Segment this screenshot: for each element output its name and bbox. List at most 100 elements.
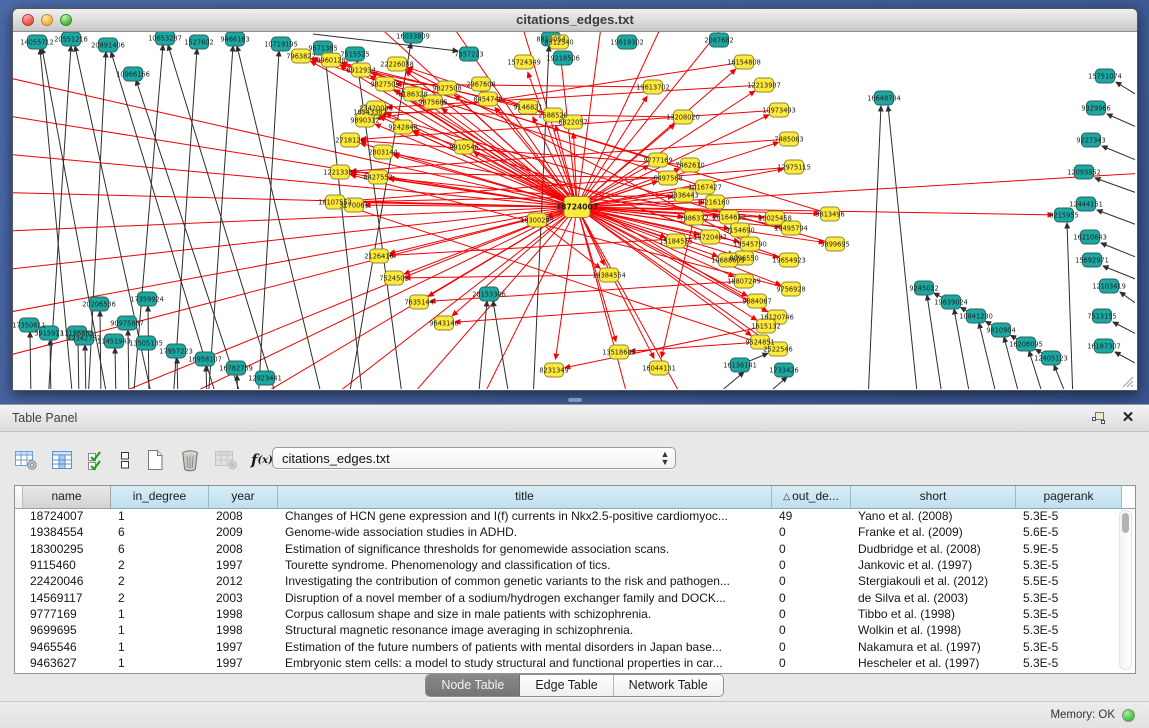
table-cell[interactable]: Wolkin et al. (1998) — [851, 622, 1016, 638]
table-cell[interactable]: 9777169 — [23, 606, 111, 622]
table-cell[interactable]: Genome-wide association studies in ADHD. — [278, 524, 772, 540]
table-settings-icon[interactable] — [14, 448, 38, 472]
table-cell[interactable]: 18724007 — [23, 508, 111, 524]
table-cell[interactable]: 0 — [772, 557, 851, 573]
table-row[interactable]: 969969511998Structural magnetic resonanc… — [15, 622, 1120, 638]
table-cell[interactable]: 1998 — [209, 606, 278, 622]
table-cell[interactable]: 0 — [772, 639, 851, 655]
network-canvas[interactable]: 1405571220551216208914061096616610653287… — [13, 32, 1135, 389]
table-cell[interactable]: Investigating the contribution of common… — [278, 573, 772, 589]
select-rows-icon[interactable] — [86, 448, 106, 472]
table-cell[interactable]: 0 — [772, 541, 851, 557]
table-cell[interactable]: Disruption of a novel member of a sodium… — [278, 590, 772, 606]
table-cell[interactable]: 9699695 — [23, 622, 111, 638]
table-cell[interactable]: 5.3E-5 — [1016, 655, 1120, 671]
window-titlebar[interactable]: citations_edges.txt — [13, 9, 1137, 32]
table-cell[interactable]: 19384554 — [23, 524, 111, 540]
table-cell[interactable]: 0 — [772, 573, 851, 589]
panel-splitter-handle[interactable] — [568, 398, 582, 402]
table-cell[interactable]: 22420046 — [23, 573, 111, 589]
table-row[interactable]: 1830029562008Estimation of significance … — [15, 541, 1120, 557]
table-cell[interactable]: 2003 — [209, 590, 278, 606]
table-cell[interactable]: Estimation of the future numbers of pati… — [278, 639, 772, 655]
table-cell[interactable]: 6 — [111, 524, 209, 540]
table-cell[interactable]: 2008 — [209, 541, 278, 557]
row-height-icon[interactable] — [119, 448, 131, 472]
table-cell[interactable]: 1998 — [209, 622, 278, 638]
column-header-name[interactable]: name — [23, 486, 111, 508]
table-cell[interactable]: 5.5E-5 — [1016, 573, 1120, 589]
vertical-scrollbar[interactable] — [1119, 510, 1132, 670]
table-cell[interactable]: 1 — [111, 622, 209, 638]
tab-edge-table[interactable]: Edge Table — [520, 675, 613, 696]
table-cell[interactable]: Dudbridge et al. (2008) — [851, 541, 1016, 557]
table-cell[interactable]: 1997 — [209, 655, 278, 671]
column-header-out_de[interactable]: △out_de... — [772, 486, 851, 508]
table-cell[interactable]: 9115460 — [23, 557, 111, 573]
table-cell[interactable]: 1997 — [209, 557, 278, 573]
table-cell[interactable]: 2 — [111, 590, 209, 606]
table-cell[interactable]: Stergiakouli et al. (2012) — [851, 573, 1016, 589]
table-cell[interactable]: 6 — [111, 541, 209, 557]
table-cell[interactable]: 5.6E-5 — [1016, 524, 1120, 540]
table-cell[interactable]: 9465546 — [23, 639, 111, 655]
table-cell[interactable]: 5.3E-5 — [1016, 606, 1120, 622]
table-cell[interactable]: 0 — [772, 606, 851, 622]
table-cell[interactable]: Estimation of significance thresholds fo… — [278, 541, 772, 557]
table-cell[interactable]: 0 — [772, 655, 851, 671]
table-cell[interactable]: 14569117 — [23, 590, 111, 606]
table-cell[interactable]: 2009 — [209, 524, 278, 540]
table-cell[interactable]: 0 — [772, 622, 851, 638]
table-cell[interactable]: Structural magnetic resonance image aver… — [278, 622, 772, 638]
delete-icon[interactable] — [179, 448, 201, 472]
table-cell[interactable]: 1 — [111, 606, 209, 622]
table-cell[interactable]: 2 — [111, 557, 209, 573]
table-cell[interactable]: Corpus callosum shape and size in male p… — [278, 606, 772, 622]
table-cell[interactable]: 1 — [111, 655, 209, 671]
table-cell[interactable]: 5.9E-5 — [1016, 541, 1120, 557]
table-cell[interactable]: 5.3E-5 — [1016, 590, 1120, 606]
table-cell[interactable]: Franke et al. (2009) — [851, 524, 1016, 540]
table-cell[interactable]: 9463627 — [23, 655, 111, 671]
table-row[interactable]: 1938455462009Genome-wide association stu… — [15, 524, 1120, 540]
resize-grip[interactable] — [1123, 377, 1133, 387]
table-cell[interactable]: 0 — [772, 590, 851, 606]
table-cell[interactable]: Jankovic et al. (1997) — [851, 557, 1016, 573]
table-row[interactable]: 1456911722003Disruption of a novel membe… — [15, 589, 1120, 605]
float-panel-icon[interactable] — [1089, 410, 1107, 426]
network-table-selector[interactable]: citations_edges.txt ▲▼ — [272, 447, 676, 469]
table-cell[interactable]: Hescheler et al. (1997) — [851, 655, 1016, 671]
table-cell[interactable]: 2 — [111, 573, 209, 589]
table-cell[interactable]: 1 — [111, 508, 209, 524]
table-cell[interactable]: 5.3E-5 — [1016, 508, 1120, 524]
table-cell[interactable]: 49 — [772, 508, 851, 524]
column-header-pagerank[interactable]: pagerank — [1016, 486, 1122, 508]
table-cell[interactable]: Changes of HCN gene expression and I(f) … — [278, 508, 772, 524]
table-cell[interactable]: 5.3E-5 — [1016, 622, 1120, 638]
table-row[interactable]: 911546021997Tourette syndrome. Phenomeno… — [15, 557, 1120, 573]
scrollbar-thumb[interactable] — [1122, 513, 1129, 533]
table-cell[interactable]: Embryonic stem cells: a model to study s… — [278, 655, 772, 671]
table-cell[interactable]: 5.3E-5 — [1016, 639, 1120, 655]
table-row[interactable]: 977716911998Corpus callosum shape and si… — [15, 606, 1120, 622]
show-columns-icon[interactable] — [51, 448, 73, 472]
table-cell[interactable]: 1997 — [209, 639, 278, 655]
column-header-short[interactable]: short — [851, 486, 1016, 508]
column-header-in_degree[interactable]: in_degree — [111, 486, 209, 508]
close-panel-icon[interactable]: ✕ — [1119, 410, 1137, 426]
tab-network-table[interactable]: Network Table — [614, 675, 723, 696]
table-cell[interactable]: 1 — [111, 639, 209, 655]
table-cell[interactable]: 0 — [772, 524, 851, 540]
column-header-year[interactable]: year — [209, 486, 278, 508]
table-cell[interactable]: 2012 — [209, 573, 278, 589]
table-cell[interactable]: 18300295 — [23, 541, 111, 557]
column-header-title[interactable]: title — [278, 486, 772, 508]
table-cell[interactable]: Nakamura et al. (1997) — [851, 639, 1016, 655]
function-builder-icon[interactable]: f(x) — [251, 448, 273, 472]
tab-node-table[interactable]: Node Table — [426, 675, 520, 696]
table-row[interactable]: 946554611997Estimation of the future num… — [15, 638, 1120, 654]
table-cell[interactable]: 2008 — [209, 508, 278, 524]
table-cell[interactable]: Tourette syndrome. Phenomenology and cla… — [278, 557, 772, 573]
table-row[interactable]: 946362711997Embryonic stem cells: a mode… — [15, 655, 1120, 671]
table-cell[interactable]: de Silva et al. (2003) — [851, 590, 1016, 606]
